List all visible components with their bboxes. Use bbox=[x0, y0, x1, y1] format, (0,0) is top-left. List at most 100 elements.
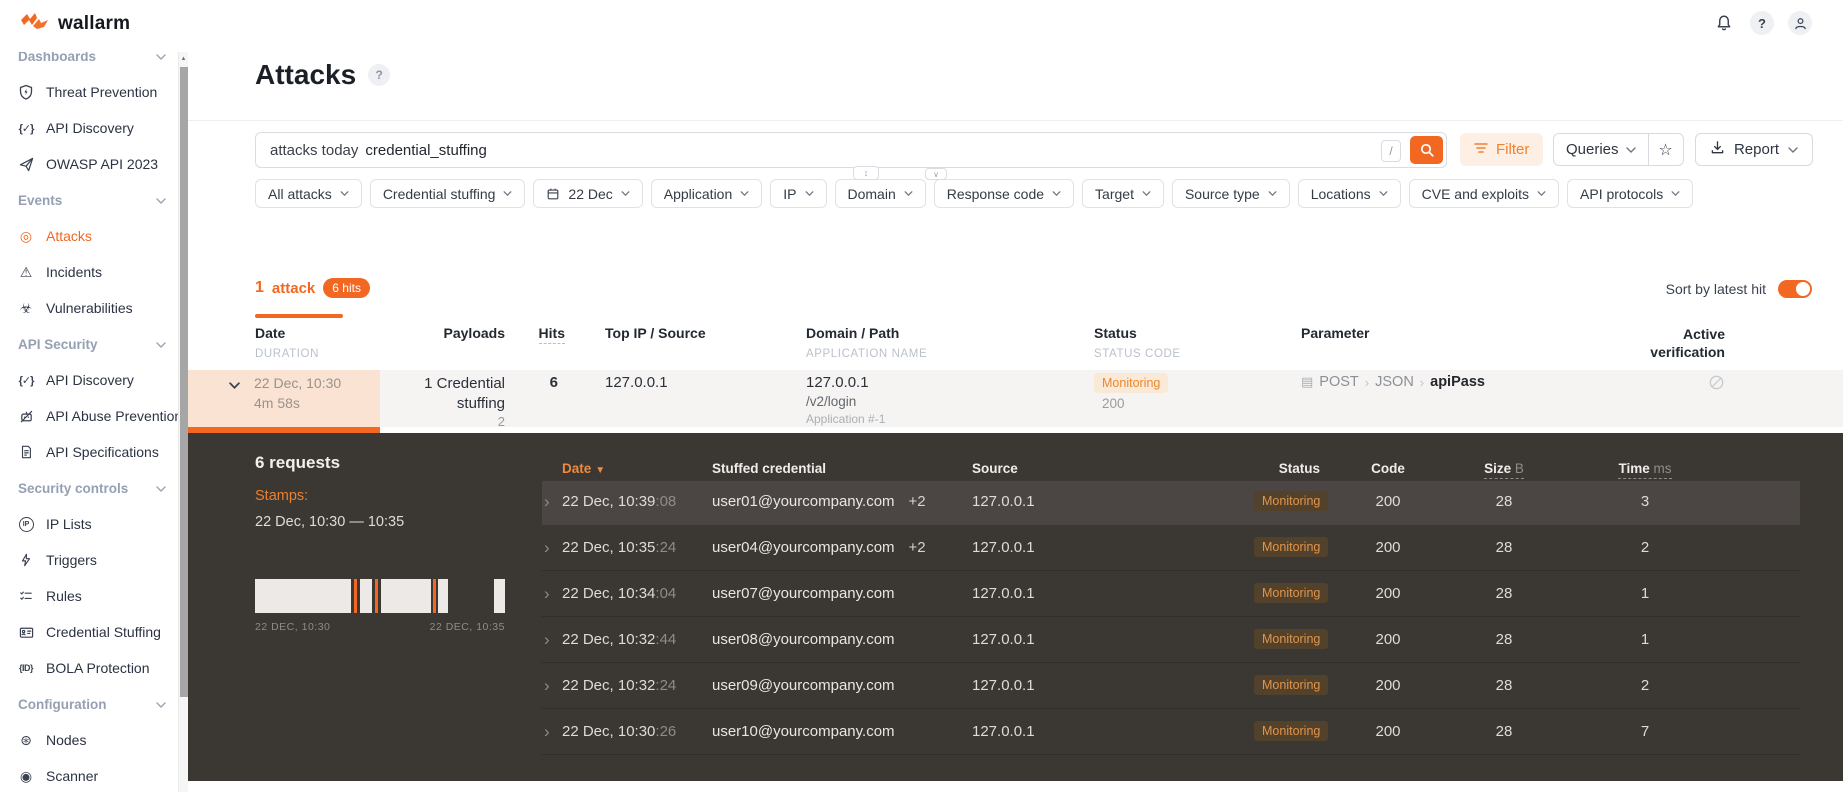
help-icon[interactable]: ? bbox=[1750, 11, 1774, 35]
user-icon[interactable] bbox=[1788, 11, 1812, 35]
chevron-right-icon[interactable]: › bbox=[544, 539, 550, 556]
sidebar: Dashboards Threat Prevention {✓} API Dis… bbox=[0, 0, 178, 792]
request-row[interactable]: › 22 Dec, 10:39:08 user01@yourcompany.co… bbox=[542, 481, 1800, 525]
robot-off-icon bbox=[16, 409, 36, 424]
stamps-label[interactable]: Stamps: bbox=[255, 488, 308, 504]
chevron-right-icon[interactable]: › bbox=[544, 585, 550, 602]
chip-source-type[interactable]: Source type bbox=[1171, 179, 1290, 208]
sidebar-item-api-abuse-prevention[interactable]: API Abuse Prevention bbox=[0, 398, 178, 434]
sidebar-section-api-security[interactable]: API Security bbox=[0, 326, 178, 362]
nav-label: Nodes bbox=[46, 732, 87, 748]
sidebar-item-api-specifications[interactable]: API Specifications bbox=[0, 434, 178, 470]
request-row[interactable]: › 22 Dec, 10:35:24 user04@yourcompany.co… bbox=[542, 527, 1800, 571]
chevron-down-icon bbox=[340, 191, 349, 196]
page-help-icon[interactable]: ? bbox=[368, 64, 391, 86]
sidebar-item-triggers[interactable]: Triggers bbox=[0, 542, 178, 578]
requests-count-title: 6 requests bbox=[255, 453, 341, 472]
chip-api-protocols[interactable]: API protocols bbox=[1567, 179, 1694, 208]
bell-icon[interactable] bbox=[1712, 11, 1736, 35]
nav-label: OWASP API 2023 bbox=[46, 156, 159, 172]
sidebar-item-api-discovery-2[interactable]: {✓} API Discovery bbox=[0, 362, 178, 398]
request-row[interactable]: › 22 Dec, 10:32:24 user09@yourcompany.co… bbox=[542, 665, 1800, 709]
chevron-right-icon[interactable]: › bbox=[544, 677, 550, 694]
chip-target[interactable]: Target bbox=[1082, 179, 1164, 208]
col-header-hits[interactable]: Hits bbox=[518, 325, 565, 344]
col-header-payloads: Payloads bbox=[443, 325, 505, 341]
chip-all-attacks[interactable]: All attacks bbox=[255, 179, 362, 208]
search-input[interactable]: attacks today credential_stuffing / bbox=[255, 132, 1447, 168]
nav-label: Threat Prevention bbox=[46, 84, 158, 100]
chip-application[interactable]: Application bbox=[650, 179, 763, 208]
nav-label: BOLA Protection bbox=[46, 660, 150, 676]
requests-col-date[interactable]: Date ▼ bbox=[562, 461, 605, 476]
chip-response-code[interactable]: Response code bbox=[933, 179, 1075, 208]
chip-date[interactable]: 22 Dec bbox=[533, 179, 643, 208]
sidebar-section-security-controls[interactable]: Security controls bbox=[0, 470, 178, 506]
braces-check-icon: {✓} bbox=[18, 122, 35, 135]
keyboard-shortcut-hint: / bbox=[1381, 140, 1401, 162]
requests-col-time[interactable]: Time ms bbox=[1610, 461, 1680, 479]
request-source: 127.0.0.1 bbox=[972, 631, 1035, 648]
request-code: 200 bbox=[1375, 723, 1401, 740]
sidebar-item-vulnerabilities[interactable]: ☣ Vulnerabilities bbox=[0, 290, 178, 326]
col-header-top-ip: Top IP / Source bbox=[605, 325, 706, 341]
histogram-end-label: 22 DEC, 10:35 bbox=[429, 621, 505, 633]
search-token: credential_stuffing bbox=[365, 141, 487, 159]
sidebar-item-incidents[interactable]: ⚠ Incidents bbox=[0, 254, 178, 290]
sidebar-item-bola-protection[interactable]: {ID} BOLA Protection bbox=[0, 650, 178, 686]
chip-domain[interactable]: Domain bbox=[834, 179, 926, 208]
stamps-range: 22 Dec, 10:30 — 10:35 bbox=[255, 514, 405, 530]
nav-label: Scanner bbox=[46, 768, 99, 784]
filter-button[interactable]: Filter bbox=[1460, 133, 1544, 166]
favorite-query-button[interactable]: ☆ bbox=[1649, 134, 1683, 165]
scroll-up-arrow-icon[interactable]: ▲ bbox=[179, 52, 188, 66]
chip-ip[interactable]: IP bbox=[770, 179, 827, 208]
search-expand-handle[interactable]: ∨ bbox=[925, 168, 947, 180]
request-time: 2 bbox=[1640, 539, 1650, 556]
attack-status-code: 200 bbox=[1102, 396, 1125, 411]
sidebar-item-owasp-api-2023[interactable]: OWASP API 2023 bbox=[0, 146, 178, 182]
chevron-down-icon[interactable] bbox=[229, 376, 240, 394]
request-date: 22 Dec, 10:39:08 bbox=[562, 493, 677, 510]
sidebar-item-scanner[interactable]: ◉ Scanner bbox=[0, 758, 178, 792]
sidebar-section-events[interactable]: Events bbox=[0, 182, 178, 218]
chevron-down-icon bbox=[621, 191, 630, 196]
sidebar-item-ip-lists[interactable]: IP IP Lists bbox=[0, 506, 178, 542]
vertical-scrollbar[interactable]: ▲ bbox=[178, 52, 188, 792]
scrollbar-thumb[interactable] bbox=[180, 67, 188, 697]
sort-toggle[interactable] bbox=[1778, 280, 1812, 298]
requests-col-code: Code bbox=[1371, 461, 1405, 476]
sidebar-section-configuration[interactable]: Configuration bbox=[0, 686, 178, 722]
report-label: Report bbox=[1733, 141, 1779, 158]
sidebar-item-attacks[interactable]: ◎ Attacks bbox=[0, 218, 178, 254]
attack-row[interactable]: 22 Dec, 10:30 4m 58s 1 Credential stuffin… bbox=[188, 370, 1843, 429]
status-badge: Monitoring bbox=[1094, 373, 1169, 393]
sidebar-item-nodes[interactable]: ⊛ Nodes bbox=[0, 722, 178, 758]
queries-button[interactable]: Queries bbox=[1554, 134, 1649, 165]
request-credential: user10@yourcompany.com bbox=[712, 723, 895, 740]
requests-col-source: Source bbox=[972, 461, 1018, 476]
chevron-right-icon[interactable]: › bbox=[544, 723, 550, 740]
chevron-right-icon[interactable]: › bbox=[544, 631, 550, 648]
chip-cve-and-exploits[interactable]: CVE and exploits bbox=[1408, 179, 1560, 208]
wallarm-logo[interactable]: wallarm bbox=[20, 11, 130, 36]
chevron-right-icon[interactable]: › bbox=[544, 493, 550, 510]
request-row[interactable]: › 22 Dec, 10:32:44 user08@yourcompany.co… bbox=[542, 619, 1800, 663]
hits-badge: 6 hits bbox=[323, 278, 370, 298]
chip-locations[interactable]: Locations bbox=[1297, 179, 1401, 208]
requests-col-size[interactable]: Size B bbox=[1474, 461, 1534, 479]
request-row[interactable]: › 22 Dec, 10:34:04 user07@yourcompany.co… bbox=[542, 573, 1800, 617]
sidebar-item-threat-prevention[interactable]: Threat Prevention bbox=[0, 74, 178, 110]
chevron-down-icon bbox=[740, 191, 749, 196]
sidebar-item-rules[interactable]: Rules bbox=[0, 578, 178, 614]
request-code: 200 bbox=[1375, 631, 1401, 648]
sidebar-item-api-discovery[interactable]: {✓} API Discovery bbox=[0, 110, 178, 146]
request-row[interactable]: › 22 Dec, 10:30:26 user10@yourcompany.co… bbox=[542, 711, 1800, 755]
sidebar-item-credential-stuffing[interactable]: Credential Stuffing bbox=[0, 614, 178, 650]
attack-count-tab[interactable]: 1 attack 6 hits bbox=[255, 278, 370, 298]
report-button[interactable]: Report bbox=[1694, 133, 1813, 166]
chevron-down-icon bbox=[1537, 191, 1546, 196]
chip-credential-stuffing[interactable]: Credential stuffing bbox=[369, 179, 526, 208]
search-button[interactable] bbox=[1410, 136, 1443, 164]
search-resize-handle[interactable]: ↕ bbox=[853, 166, 879, 180]
